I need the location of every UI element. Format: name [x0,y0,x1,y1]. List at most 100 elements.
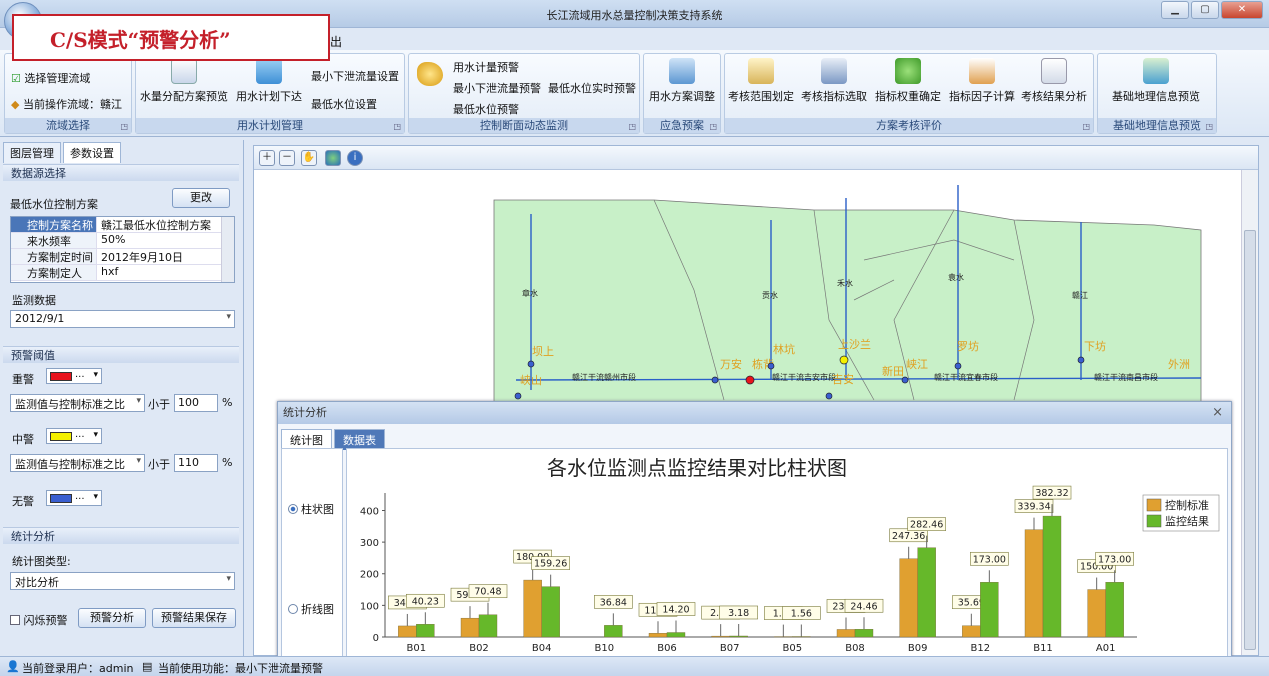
checkbox-box [10,615,20,625]
plan-issue-button[interactable]: 用水计划下达 [236,58,302,104]
select-basin-button[interactable]: ☑ 选择管理流域 [11,70,90,86]
threshold-input-2[interactable]: 110 [174,454,218,472]
none-color-picker[interactable]: ... [46,490,102,506]
stat-window-title: 统计分析 [278,402,1231,424]
chart-type-select[interactable]: 对比分析 [10,572,235,590]
document-icon [171,58,197,84]
min-flow-setting-button[interactable]: 最小下泄流量设置 [311,68,399,84]
chart-type-label: 统计图类型: [12,555,71,568]
monitor-date-select[interactable]: 2012/9/1 [10,310,235,328]
chart-edit-icon [821,58,847,84]
bar-result [416,624,435,638]
prop-row[interactable]: 方案制定人 hxf [11,265,234,281]
radio-line[interactable]: 折线图 [288,601,334,617]
percent-label: % [222,396,233,409]
y-tick-label: 400 [360,506,379,517]
prop-row[interactable]: 控制方案名称 赣江最低水位控制方案 [11,217,234,233]
prop-row[interactable]: 方案制定时间 2012年9月10日 [11,249,234,265]
change-button[interactable]: 更改 [172,188,230,208]
ratio-select-2[interactable]: 监测值与控制标准之比 [10,454,145,472]
zoom-out-icon[interactable]: － [279,150,295,166]
btn-label: 用水方案调整 [649,90,715,103]
btn-label: 考核结果分析 [1021,90,1087,103]
bar-standard [836,629,856,638]
group-basin: ☑ 选择管理流域 ◆ 当前操作流域：赣江 流域选择 ◳ [4,53,132,134]
prop-key: 方案制定人 [11,265,97,280]
zoom-in-icon[interactable]: ＋ [259,150,275,166]
stat-analysis-window: 统计分析 × 统计图 数据表 柱状图 折线图 各水位监测点监控结果对比柱状图 0 1… [277,401,1232,667]
indicator-select-button[interactable]: 考核指标选取 [801,58,867,104]
x-tick-label: B12 [971,643,991,654]
tab-layers[interactable]: 图层管理 [3,142,61,163]
flash-checkbox[interactable]: 闪烁预警 [10,612,68,628]
close-icon[interactable]: × [1212,405,1223,420]
bar-standard [648,633,668,638]
station-label: 外洲 [1168,358,1190,371]
legend-swatch [1146,514,1162,528]
map-vertical-scrollbar[interactable] [1241,170,1258,655]
save-result-button[interactable]: 预警结果保存 [152,608,236,628]
usage-warning-button[interactable]: 用水计量预警 [453,59,519,75]
map-toolbar: ＋ － ✋ i [254,146,1258,170]
scope-button[interactable]: 考核范围划定 [728,58,794,104]
tab-datatable[interactable]: 数据表 [334,429,385,450]
min-level-warning-button[interactable]: 最低水位预警 [453,101,519,117]
group-label: 基础地理信息预览 [1098,118,1216,133]
allocation-preview-button[interactable]: 水量分配方案预览 [140,58,228,104]
group-emergency: 用水方案调整 应急预案 ◳ [643,53,721,134]
menu-item[interactable]: 出 [330,33,342,50]
radio-dot [288,604,298,614]
result-analysis-button[interactable]: 考核结果分析 [1021,58,1087,104]
maximize-button[interactable]: ▢ [1191,1,1219,19]
download-icon [256,58,282,84]
data-label: 247.36 [892,531,925,542]
group-label: 方案考核评价 [725,118,1093,133]
info-icon[interactable]: i [347,150,363,166]
less-than-label: 小于 [148,398,170,411]
prop-row[interactable]: 来水频率 50% [11,233,234,249]
tab-params[interactable]: 参数设置 [63,142,121,163]
prop-scrollbar[interactable] [221,217,234,282]
group-label: 控制断面动态监测 [409,118,639,133]
ribbon: ☑ 选择管理流域 ◆ 当前操作流域：赣江 流域选择 ◳ 水量分配方案预览 用水计划… [0,50,1269,137]
bar-result [1042,515,1062,638]
x-tick-label: B07 [720,643,740,654]
radio-label: 柱状图 [301,503,334,516]
min-level-setting-button[interactable]: 最低水位设置 [311,96,377,112]
bar-result [917,547,936,638]
btn-label: 指标因子计算 [949,90,1015,103]
station-marker [711,376,719,384]
status-bar: 👤 当前登录用户：admin ▤ 当前使用功能：最小下泄流量预警 [0,656,1269,676]
severe-color-picker[interactable]: ... [46,368,102,384]
y-tick-label: 100 [360,601,379,612]
globe-icon[interactable] [325,150,341,166]
group-monitor: 用水计量预警 最小下泄流量预警 最低水位实时预警 最低水位预警 控制断面动态监测… [408,53,640,134]
bar-result [478,614,498,638]
close-button[interactable]: ✕ [1221,1,1263,19]
minimize-button[interactable]: ▁ [1161,1,1189,19]
station-label: 林坑 [773,342,795,356]
people-icon [895,58,921,84]
medium-color-picker[interactable]: ... [46,428,102,444]
swatch-color [50,494,72,503]
plan-adjust-button[interactable]: 用水方案调整 [649,58,715,104]
bar-standard [398,625,417,638]
btn-label: 考核指标选取 [801,90,867,103]
legend-label: 监控结果 [1165,514,1209,528]
analyze-button[interactable]: 预警分析 [78,608,146,628]
tab-chart[interactable]: 统计图 [281,429,332,450]
weight-button[interactable]: 指标权重确定 [875,58,941,104]
radio-bar[interactable]: 柱状图 [288,501,334,517]
factor-calc-button[interactable]: 指标因子计算 [949,58,1015,104]
scheme-property-grid: 控制方案名称 赣江最低水位控制方案 来水频率 50% 方案制定时间 2012年9月10… [10,216,235,283]
map-icon [1143,58,1169,84]
station-label-partial: 峡山 [520,373,542,387]
geo-preview-button[interactable]: 基础地理信息预览 [1112,58,1200,104]
threshold-input-1[interactable]: 100 [174,394,218,412]
min-level-realtime-button[interactable]: 最低水位实时预警 [548,80,636,96]
ratio-select-1[interactable]: 监测值与控制标准之比 [10,394,145,412]
current-basin: ◆ 当前操作流域：赣江 [11,96,122,112]
pan-hand-icon[interactable]: ✋ [301,150,317,166]
min-flow-warning-button[interactable]: 最小下泄流量预警 [453,80,541,96]
scroll-thumb[interactable] [1244,230,1256,650]
